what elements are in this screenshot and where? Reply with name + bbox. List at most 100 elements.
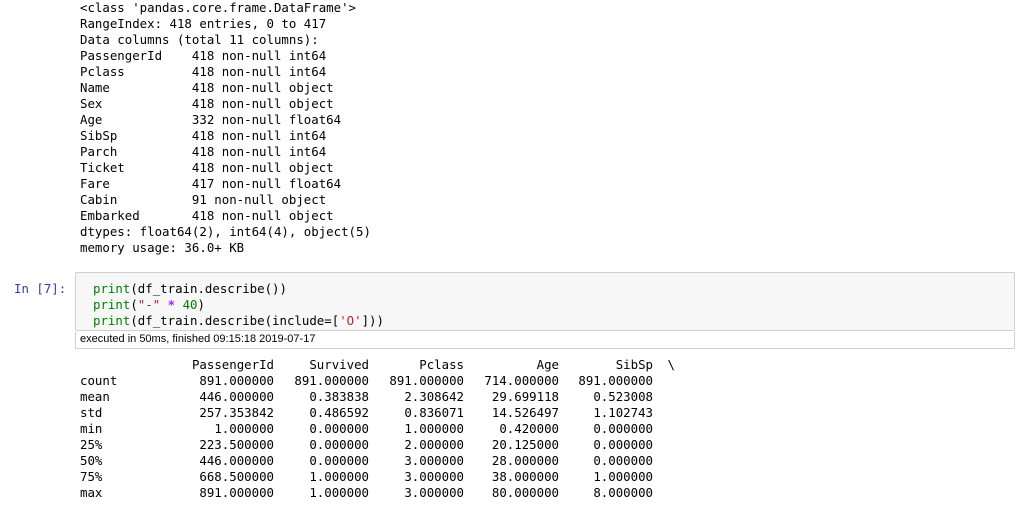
column-header: PassengerId — [191, 357, 274, 372]
table-cell: 29.699118 — [491, 389, 559, 404]
table-cell: 0.000000 — [309, 453, 369, 468]
table-row: mean 446.000000 0.383838 2.308642 29.699118 0… — [80, 389, 675, 405]
describe-output: PassengerId Survived Pclass Age SibSp \ … — [80, 357, 675, 501]
table-cell: 0.383838 — [309, 389, 369, 404]
table-cell: 446.000000 — [199, 453, 274, 468]
table-cell: 1.000000 — [309, 469, 369, 484]
table-row: 25% 223.500000 0.000000 2.000000 20.125000 0.… — [80, 437, 675, 453]
code-text: (df_train.describe()) — [130, 281, 287, 296]
table-cell: 0.000000 — [309, 437, 369, 452]
table-row: count 891.000000 891.000000 891.000000 714.0… — [80, 373, 675, 389]
table-cell-spacer — [653, 421, 675, 437]
execution-time-info: executed in 50ms, finished 09:15:18 2019… — [75, 332, 1015, 349]
code-string: "-" — [137, 297, 161, 312]
code-string: 'O' — [339, 313, 362, 328]
table-cell: 2.308642 — [404, 389, 464, 404]
table-cell: 28.000000 — [491, 453, 559, 468]
info-output-line: Parch 418 non-null int64 — [80, 144, 327, 159]
builtin-print: print — [93, 281, 131, 296]
table-cell: 20.125000 — [491, 437, 559, 452]
table-cell: 0.420000 — [499, 421, 559, 436]
table-cell: 38.000000 — [491, 469, 559, 484]
table-row: min 1.000000 0.000000 1.000000 0.420000 0.000… — [80, 421, 675, 437]
code-text: ])) — [361, 313, 384, 328]
table-cell: 891.000000 — [199, 485, 274, 500]
table-cell: 14.526497 — [491, 405, 559, 420]
table-cell: 8.000000 — [593, 485, 653, 500]
info-output-line: RangeIndex: 418 entries, 0 to 417 — [80, 16, 327, 31]
column-header: Age — [536, 357, 559, 372]
info-output-line: dtypes: float64(2), int64(4), object(5) — [80, 224, 371, 239]
row-index-label: mean — [80, 389, 110, 404]
builtin-print: print — [93, 297, 131, 312]
table-row: std 257.353842 0.486592 0.836071 14.526497 1.… — [80, 405, 675, 421]
row-index-label: min — [80, 421, 103, 436]
table-cell: 3.000000 — [404, 485, 464, 500]
table-cell: 0.000000 — [593, 437, 653, 452]
info-output-line: Sex 418 non-null object — [80, 96, 334, 111]
table-cell: 1.000000 — [309, 485, 369, 500]
builtin-print: print — [93, 313, 131, 328]
code-number: 40 — [182, 297, 198, 312]
table-cell: 1.000000 — [214, 421, 274, 436]
table-cell: 446.000000 — [199, 389, 274, 404]
info-output-line: Data columns (total 11 columns): — [80, 32, 319, 47]
row-index-label: std — [80, 405, 103, 420]
table-cell: 0.000000 — [309, 421, 369, 436]
table-cell-spacer — [653, 437, 675, 453]
table-cell-spacer — [653, 405, 675, 421]
table-cell-spacer — [653, 485, 675, 501]
info-output-line: Ticket 418 non-null object — [80, 160, 334, 175]
row-index-label: max — [80, 485, 103, 500]
table-row: 50% 446.000000 0.000000 3.000000 28.000000 0.… — [80, 453, 675, 469]
table-cell: 0.486592 — [309, 405, 369, 420]
table-row: max 891.000000 1.000000 3.000000 80.000000 8.… — [80, 485, 675, 501]
table-cell: 891.000000 — [199, 373, 274, 388]
table-cell-spacer — [653, 453, 675, 469]
table-cell: 891.000000 — [294, 373, 369, 388]
code-input-area[interactable]: print(df_train.describe()) print("-" * 4… — [75, 272, 1015, 331]
line-continuation: \ — [667, 357, 675, 372]
column-header: SibSp — [615, 357, 653, 372]
info-output-line: Embarked 418 non-null object — [80, 208, 334, 223]
info-output-line: Fare 417 non-null float64 — [80, 176, 342, 191]
code-line-1: print(df_train.describe()) — [93, 281, 1014, 297]
table-cell: 0.000000 — [593, 453, 653, 468]
row-index-label: count — [80, 373, 118, 388]
code-text: ) — [197, 297, 205, 312]
table-cell: 257.353842 — [199, 405, 274, 420]
table-cell-spacer — [653, 373, 675, 389]
info-output-line: Cabin 91 non-null object — [80, 192, 327, 207]
table-cell-spacer — [653, 469, 675, 485]
describe-table: PassengerId Survived Pclass Age SibSp \ … — [80, 357, 675, 501]
table-cell: 80.000000 — [491, 485, 559, 500]
info-output-line: memory usage: 36.0+ KB — [80, 240, 245, 255]
cell-prompt: In [7]: — [14, 281, 67, 296]
info-output-line: <class 'pandas.core.frame.DataFrame'> — [80, 0, 357, 15]
code-line-2: print("-" * 40) — [93, 297, 1014, 313]
index-header — [80, 357, 132, 373]
code-operator: * — [160, 297, 183, 312]
table-cell: 1.102743 — [593, 405, 653, 420]
table-cell: 3.000000 — [404, 469, 464, 484]
table-row: 75% 668.500000 1.000000 3.000000 38.000000 1.… — [80, 469, 675, 485]
table-cell: 2.000000 — [404, 437, 464, 452]
info-output-line: Name 418 non-null object — [80, 80, 334, 95]
info-output-line: Pclass 418 non-null int64 — [80, 64, 327, 79]
row-index-label: 50% — [80, 453, 103, 468]
table-cell-spacer — [653, 389, 675, 405]
column-header: Pclass — [419, 357, 464, 372]
info-output-line: SibSp 418 non-null int64 — [80, 128, 327, 143]
table-cell: 223.500000 — [199, 437, 274, 452]
info-output: <class 'pandas.core.frame.DataFrame'> Ran… — [80, 0, 371, 256]
table-cell: 0.836071 — [404, 405, 464, 420]
describe-header-row: PassengerId Survived Pclass Age SibSp \ — [80, 357, 675, 373]
info-output-line: Age 332 non-null float64 — [80, 112, 342, 127]
table-cell: 3.000000 — [404, 453, 464, 468]
table-cell: 891.000000 — [389, 373, 464, 388]
code-line-3: print(df_train.describe(include=['O'])) — [93, 313, 1014, 329]
row-index-label: 25% — [80, 437, 103, 452]
info-output-line: PassengerId 418 non-null int64 — [80, 48, 327, 63]
code-text: (df_train.describe(include=[ — [130, 313, 340, 328]
table-cell: 0.000000 — [593, 421, 653, 436]
